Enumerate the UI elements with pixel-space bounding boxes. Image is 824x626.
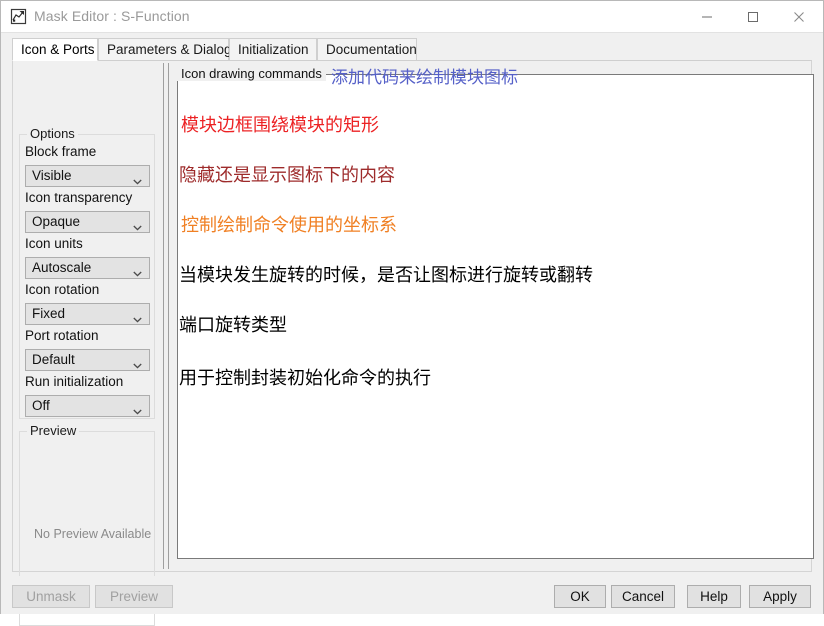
annotation-icon-transparency: 隐藏还是显示图标下的内容 bbox=[179, 165, 395, 185]
maximize-button[interactable] bbox=[730, 1, 776, 32]
options-sidebar: Options Block frame Visible Icon transpa… bbox=[13, 61, 157, 626]
tab-initialization[interactable]: Initialization bbox=[229, 38, 317, 61]
select-icon-transparency-value: Opaque bbox=[32, 214, 81, 229]
mask-editor-icon bbox=[10, 8, 27, 25]
label-icon-units: Icon units bbox=[25, 236, 83, 251]
preview-button[interactable]: Preview bbox=[95, 585, 173, 608]
label-block-frame: Block frame bbox=[25, 144, 97, 159]
select-icon-rotation-value: Fixed bbox=[32, 306, 66, 321]
select-block-frame[interactable]: Visible bbox=[25, 165, 150, 187]
unmask-button[interactable]: Unmask bbox=[12, 585, 90, 608]
annotation-icon-rotation: 当模块发生旋转的时候，是否让图标进行旋转或翻转 bbox=[179, 265, 593, 285]
select-icon-rotation[interactable]: Fixed bbox=[25, 303, 150, 325]
cancel-button[interactable]: Cancel bbox=[611, 585, 675, 608]
help-button[interactable]: Help bbox=[687, 585, 741, 608]
panel-splitter[interactable] bbox=[163, 63, 169, 569]
chevron-down-icon bbox=[133, 403, 142, 415]
tab-icon-and-ports[interactable]: Icon & Ports bbox=[12, 38, 98, 61]
minimize-button[interactable] bbox=[684, 1, 730, 32]
select-icon-units[interactable]: Autoscale bbox=[25, 257, 150, 279]
label-run-initialization: Run initialization bbox=[25, 374, 124, 389]
select-port-rotation-value: Default bbox=[32, 352, 75, 367]
icon-drawing-commands-note: 添加代码来绘制模块图标 bbox=[331, 68, 518, 87]
minimize-icon bbox=[702, 16, 712, 17]
label-port-rotation: Port rotation bbox=[25, 328, 99, 343]
label-icon-transparency: Icon transparency bbox=[25, 190, 133, 205]
select-icon-transparency[interactable]: Opaque bbox=[25, 211, 150, 233]
window-title: Mask Editor : S-Function bbox=[34, 8, 190, 24]
chevron-down-icon bbox=[133, 357, 142, 369]
no-preview-text: No Preview Available bbox=[34, 527, 152, 541]
select-icon-units-value: Autoscale bbox=[32, 260, 92, 275]
chevron-down-icon bbox=[133, 265, 142, 277]
icon-and-ports-panel: Options Block frame Visible Icon transpa… bbox=[12, 60, 814, 626]
chevron-down-icon bbox=[133, 173, 142, 185]
mask-editor-window: Mask Editor : S-Function Icon & Ports Pa… bbox=[0, 0, 824, 626]
annotation-block-frame: 模块边框围绕模块的矩形 bbox=[181, 115, 379, 135]
options-group-label: Options bbox=[27, 126, 78, 141]
tab-parameters-and-dialog[interactable]: Parameters & Dialog bbox=[98, 38, 232, 61]
label-icon-rotation: Icon rotation bbox=[25, 282, 100, 297]
close-icon bbox=[794, 11, 804, 22]
chevron-down-icon bbox=[133, 311, 142, 323]
select-run-initialization[interactable]: Off bbox=[25, 395, 150, 417]
tab-documentation[interactable]: Documentation bbox=[317, 38, 417, 61]
chevron-down-icon bbox=[133, 219, 142, 231]
select-port-rotation[interactable]: Default bbox=[25, 349, 150, 371]
annotation-run-initialization: 用于控制封装初始化命令的执行 bbox=[179, 368, 431, 388]
maximize-icon bbox=[748, 11, 758, 22]
ok-button[interactable]: OK bbox=[554, 585, 606, 608]
tab-strip: Icon & Ports Parameters & Dialog Initial… bbox=[12, 38, 812, 61]
icon-drawing-commands-group: Icon drawing commands 添加代码来绘制模块图标 模块边框围绕… bbox=[171, 66, 814, 562]
icon-drawing-commands-textarea[interactable]: 模块边框围绕模块的矩形 隐藏还是显示图标下的内容 控制绘制命令使用的坐标系 当模… bbox=[177, 74, 814, 559]
select-run-initialization-value: Off bbox=[32, 398, 50, 413]
annotation-icon-units: 控制绘制命令使用的坐标系 bbox=[181, 215, 397, 235]
preview-group-label: Preview bbox=[27, 423, 80, 438]
icon-drawing-commands-label: Icon drawing commands bbox=[177, 66, 326, 81]
apply-button[interactable]: Apply bbox=[749, 585, 811, 608]
title-bar: Mask Editor : S-Function bbox=[1, 1, 823, 33]
footer-button-bar: Unmask Preview OK Cancel Help Apply bbox=[1, 576, 823, 614]
close-button[interactable] bbox=[776, 1, 822, 32]
select-block-frame-value: Visible bbox=[32, 168, 72, 183]
annotation-port-rotation: 端口旋转类型 bbox=[179, 315, 287, 335]
